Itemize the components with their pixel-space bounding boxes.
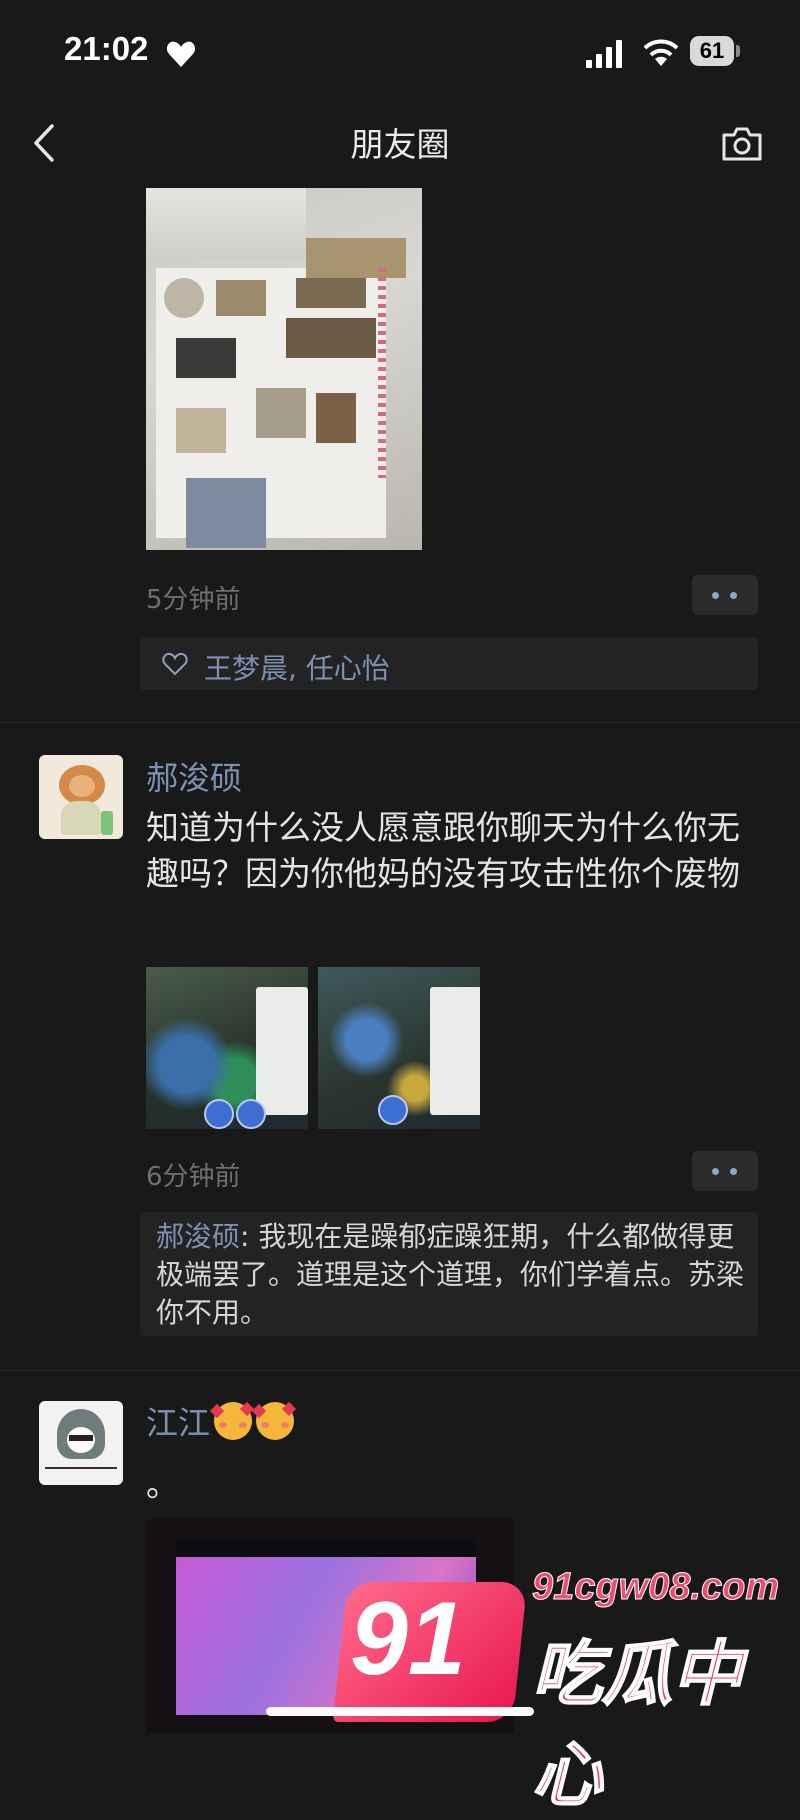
status-time: 21:02: [64, 30, 149, 67]
likes-box: 王梦晨, 任心怡: [140, 637, 758, 690]
page-title: 朋友圈: [350, 125, 450, 164]
smiling-hearts-emoji-icon: [209, 1401, 255, 1440]
wifi-icon: [643, 39, 679, 66]
avatar[interactable]: [39, 1401, 123, 1485]
post-time: 6分钟前: [146, 1162, 241, 1192]
watermark-url: 91cgw08.com: [531, 1566, 780, 1609]
more-dots-icon[interactable]: [692, 575, 758, 615]
post-time: 5分钟前: [146, 585, 241, 615]
avatar[interactable]: [39, 755, 123, 839]
post-author-name: 江江: [146, 1404, 211, 1442]
post-photo-game-1[interactable]: [146, 967, 308, 1129]
watermark-number: 91: [350, 1581, 466, 1697]
post-author[interactable]: 郝浚硕: [146, 753, 242, 799]
divider: [0, 1370, 800, 1371]
more-dots-icon[interactable]: [692, 1151, 758, 1191]
comment[interactable]: 郝浚硕: 我现在是躁郁症躁狂期，什么都做得更极端罢了。道理是这个道理，你们学着点…: [156, 1218, 756, 1332]
comment-separator: :: [240, 1220, 259, 1253]
post-author[interactable]: 江江: [146, 1398, 297, 1444]
watermark-name: 吃瓜中心: [531, 1632, 743, 1817]
divider: [0, 722, 800, 723]
post-photo-notebook[interactable]: [146, 188, 422, 550]
camera-icon[interactable]: [720, 123, 764, 163]
post-text: 知道为什么没人愿意跟你聊天为什么你无趣吗？因为你他妈的没有攻击性你个废物: [146, 808, 740, 893]
heart-icon: [166, 41, 196, 67]
smiling-hearts-emoji-icon: [251, 1401, 297, 1440]
signal-icon: [586, 40, 622, 68]
battery-icon: 61: [690, 36, 742, 68]
comment-author[interactable]: 郝浚硕: [156, 1220, 240, 1253]
post-text: 。: [146, 1465, 179, 1504]
battery-level: 61: [690, 36, 734, 66]
post-photo-game-2[interactable]: [318, 967, 480, 1129]
home-indicator[interactable]: [266, 1707, 534, 1716]
comment-box: 郝浚硕: 我现在是躁郁症躁狂期，什么都做得更极端罢了。道理是这个道理，你们学着点…: [140, 1212, 758, 1336]
like-heart-icon: [162, 652, 188, 676]
likes-names[interactable]: 王梦晨, 任心怡: [204, 647, 390, 687]
